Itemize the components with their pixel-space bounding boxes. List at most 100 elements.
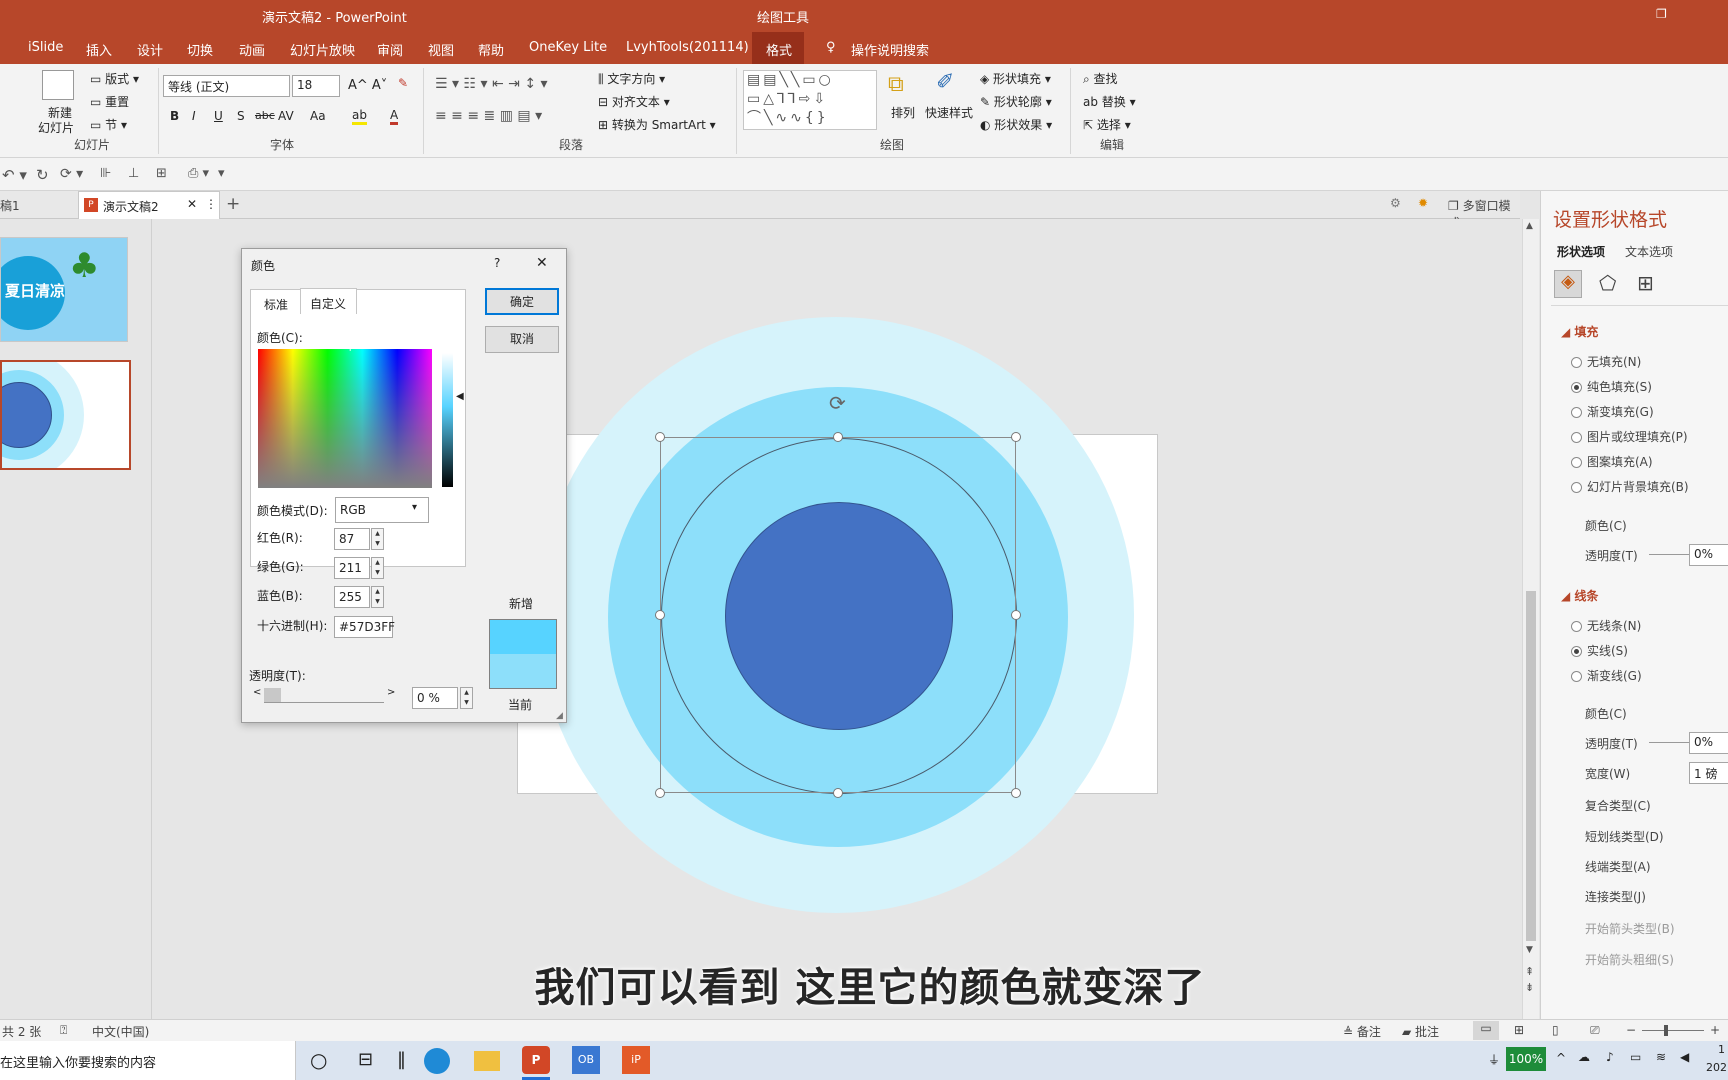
tab-menu-icon[interactable]: ⋮ — [205, 197, 217, 211]
width-input[interactable]: 1 磅 — [1689, 762, 1728, 784]
resize-grip-icon[interactable]: ◢ — [556, 711, 563, 721]
quick-styles-icon[interactable]: ✐ — [936, 70, 954, 95]
line-option[interactable]: 无线条(N) — [1571, 617, 1641, 634]
battery-icon[interactable]: ▭ — [1630, 1050, 1641, 1064]
show-hidden-icon[interactable]: ^ — [1556, 1051, 1566, 1065]
tab-standard[interactable]: 标准 — [264, 296, 288, 313]
font-size-select[interactable]: 18 — [292, 75, 340, 97]
close-tab-icon[interactable]: ✕ — [187, 197, 197, 211]
radio-button[interactable] — [1571, 671, 1582, 682]
redo-icon[interactable]: ↻ — [36, 166, 49, 184]
section-button[interactable]: ▭ 节 ▾ — [90, 116, 127, 133]
resize-handle[interactable] — [833, 788, 843, 798]
print-icon[interactable]: ⎙ ▾ — [188, 166, 209, 181]
font-color-button[interactable]: A — [390, 108, 399, 125]
taskbar-search-box[interactable]: 在这里输入你要搜索的内容 — [0, 1041, 296, 1080]
line-option[interactable]: 实线(S) — [1571, 642, 1628, 659]
color-spectrum[interactable] — [258, 349, 432, 488]
slideshow-icon[interactable]: ⎚ — [1590, 1023, 1600, 1038]
prev-slide-icon[interactable]: ⇞ — [1525, 965, 1534, 978]
restore-icon[interactable]: ❐ — [1656, 7, 1667, 21]
resize-handle[interactable] — [1011, 610, 1021, 620]
radio-button[interactable] — [1571, 457, 1582, 468]
highlight-icon[interactable]: ab — [352, 108, 367, 125]
shape-effects-button[interactable]: ◐ 形状效果 ▾ — [980, 116, 1052, 133]
app-icon[interactable]: iP — [622, 1046, 650, 1074]
fill-option[interactable]: 幻灯片背景填充(B) — [1571, 478, 1689, 495]
effects-icon[interactable]: ⬠ — [1599, 271, 1616, 295]
resize-handle[interactable] — [655, 788, 665, 798]
normal-view-icon[interactable]: ▭ — [1473, 1021, 1499, 1040]
fill-option[interactable]: 图案填充(A) — [1571, 453, 1653, 470]
tab-shape-options[interactable]: 形状选项 — [1557, 243, 1605, 260]
close-icon[interactable]: ✕ — [536, 255, 548, 271]
transparency-slider[interactable]: < > — [251, 685, 395, 705]
tab-insert[interactable]: 插入 — [86, 40, 112, 59]
tell-me-search[interactable]: 操作说明搜索 — [851, 40, 929, 59]
clear-format-icon[interactable]: ✎ — [398, 76, 408, 90]
undo-icon[interactable]: ↶ ▾ — [2, 166, 27, 184]
resize-handle[interactable] — [833, 432, 843, 442]
join-type-label[interactable]: 连接类型(J) — [1585, 888, 1646, 905]
radio-button[interactable] — [1571, 482, 1582, 493]
transparency-input[interactable]: 0 % — [412, 687, 458, 709]
chevron-right-icon[interactable]: > — [387, 687, 395, 698]
zoom-slider-thumb[interactable] — [1664, 1025, 1668, 1036]
settings-icon[interactable]: ⚙ — [1390, 196, 1401, 210]
doc-tab-2[interactable]: P 演示文稿2 ✕ ⋮ — [78, 191, 220, 219]
begin-arrow-type-label[interactable]: 开始箭头类型(B) — [1585, 920, 1675, 937]
zoom-slider[interactable] — [1642, 1030, 1704, 1031]
radio-button[interactable] — [1571, 382, 1582, 393]
select-button[interactable]: ⇱ 选择 ▾ — [1083, 116, 1131, 133]
line-section-header[interactable]: ◢ 线条 — [1561, 587, 1598, 604]
radio-button[interactable] — [1571, 646, 1582, 657]
slide-thumb-2[interactable] — [0, 360, 131, 470]
reading-view-icon[interactable]: ▯ — [1552, 1023, 1559, 1037]
begin-arrow-size-label[interactable]: 开始箭头粗细(S) — [1585, 951, 1674, 968]
font-name-select[interactable]: 等线 (正文) — [163, 75, 290, 97]
fill-line-icon[interactable]: ◈ — [1554, 270, 1582, 298]
luminance-arrow-icon[interactable]: ◀ — [456, 391, 464, 402]
tab-design[interactable]: 设计 — [137, 40, 163, 59]
language-status[interactable]: 中文(中国) — [92, 1023, 149, 1040]
line-transparency-input[interactable]: 0% — [1689, 732, 1728, 754]
align-text-button[interactable]: ⊟ 对齐文本 ▾ — [598, 93, 670, 110]
layout-button[interactable]: ▭ 版式 ▾ — [90, 70, 139, 87]
align-icon[interactable]: ⊪ — [100, 166, 111, 181]
strikethrough-button[interactable]: abc — [255, 109, 275, 122]
smartart-button[interactable]: ⊞ 转换为 SmartArt ▾ — [598, 116, 716, 133]
shape-outline-button[interactable]: ✎ 形状轮廓 ▾ — [980, 93, 1052, 110]
battery-indicator[interactable]: 100% — [1506, 1047, 1546, 1071]
tab-animations[interactable]: 动画 — [239, 40, 265, 59]
tab-text-options[interactable]: 文本选项 — [1625, 243, 1673, 260]
fill-option[interactable]: 纯色填充(S) — [1571, 378, 1652, 395]
vertical-scrollbar[interactable]: ▲ ▼ ⇞ ⇟ — [1522, 219, 1539, 1019]
resize-handle[interactable] — [655, 432, 665, 442]
cap-type-label[interactable]: 线端类型(A) — [1585, 858, 1651, 875]
fill-section-header[interactable]: ◢ 填充 — [1561, 323, 1598, 340]
tab-onekey[interactable]: OneKey Lite — [529, 40, 607, 55]
tab-slideshow[interactable]: 幻灯片放映 — [290, 40, 355, 59]
wifi-icon[interactable]: ≋ — [1656, 1050, 1666, 1064]
dash-type-label[interactable]: 短划线类型(D) — [1585, 828, 1664, 845]
align-icons[interactable]: ≡ ≡ ≡ ≣ ▥ ▤ ▾ — [435, 108, 542, 124]
fill-option[interactable]: 渐变填充(G) — [1571, 403, 1654, 420]
hex-input[interactable]: #57D3FF — [334, 616, 395, 638]
radio-button[interactable] — [1571, 407, 1582, 418]
red-input[interactable]: 87 — [334, 528, 370, 550]
repeat-icon[interactable]: ⟳ ▾ — [60, 166, 83, 182]
fill-option[interactable]: 图片或纹理填充(P) — [1571, 428, 1688, 445]
notes-button[interactable]: ≜ 备注 — [1343, 1023, 1381, 1040]
shapes-gallery[interactable]: ▤▤╲╲▭○ ▭△⅂⅂⇨⇩ ⌒╲∿∿{} — [743, 70, 877, 130]
ok-button[interactable]: 确定 — [485, 288, 559, 315]
tab-review[interactable]: 审阅 — [377, 40, 403, 59]
shape-fill-button[interactable]: ◈ 形状填充 ▾ — [980, 70, 1051, 87]
scroll-down-icon[interactable]: ▼ — [1526, 945, 1533, 955]
tab-format[interactable]: 格式 — [766, 40, 792, 59]
help-button[interactable]: ? — [494, 256, 500, 270]
resize-handle[interactable] — [655, 610, 665, 620]
radio-button[interactable] — [1571, 357, 1582, 368]
tab-view[interactable]: 视图 — [428, 40, 454, 59]
replace-button[interactable]: ab 替换 ▾ — [1083, 93, 1136, 110]
green-input[interactable]: 211 — [334, 557, 370, 579]
